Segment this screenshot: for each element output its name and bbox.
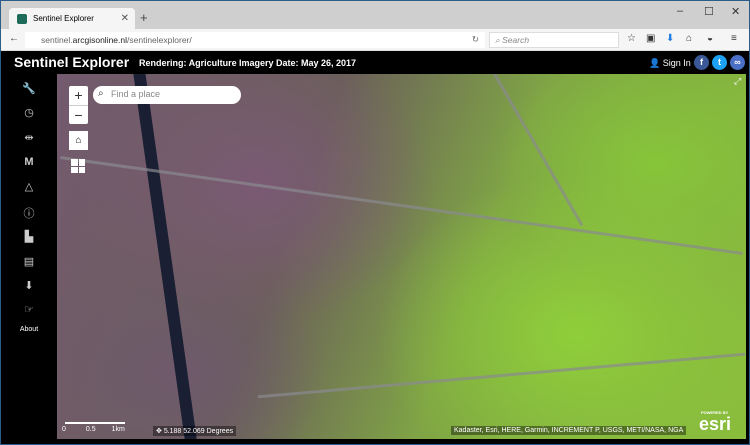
url-domain: arcgisonline.nl [72, 35, 128, 45]
sign-in-button[interactable]: 👤 Sign In [649, 58, 691, 69]
tab-title: Sentinel Explorer [33, 14, 94, 23]
about-link[interactable]: About [15, 326, 43, 333]
link-icon[interactable]: ∞ [730, 55, 745, 70]
canal [132, 74, 200, 439]
scale-label: 0 [62, 426, 66, 433]
url-host: sentinel. [41, 35, 73, 45]
browser-window: Sentinel Explorer ✕ + – ☐ ✕ ← sentinel.a… [1, 1, 749, 444]
bookmark-star-icon[interactable]: ☆ [627, 33, 636, 44]
road [257, 352, 746, 399]
nav-bar: ← sentinel.arcgisonline.nl/sentinelexplo… [1, 29, 749, 51]
esri-text: esri [699, 414, 732, 434]
expand-icon[interactable]: ⤢ [734, 76, 741, 87]
bookmark-add-icon[interactable]: ▙ [21, 230, 37, 243]
scale-bar: 0 0.5 1km [62, 422, 125, 433]
minimize-button[interactable]: – [677, 5, 683, 17]
coordinate-readout: ✥ 5.188 52.069 Degrees [153, 426, 237, 436]
wrench-icon[interactable]: 🔧 [21, 82, 37, 95]
twitter-icon[interactable]: t [712, 55, 727, 70]
new-tab-button[interactable]: + [140, 10, 148, 25]
compare-icon[interactable]: ⇹ [21, 131, 37, 144]
app-title: Sentinel Explorer [14, 54, 130, 70]
favicon-icon [17, 13, 27, 24]
clock-icon[interactable]: ◷ [21, 106, 37, 119]
facebook-icon[interactable]: f [694, 55, 709, 70]
esri-logo[interactable]: POWERED BY esri [699, 410, 732, 435]
hand-icon[interactable]: ☞ [21, 303, 37, 316]
sign-in-label: Sign In [662, 58, 691, 68]
scale-label: 0.5 [85, 426, 96, 433]
tab-bar: Sentinel Explorer ✕ + – ☐ ✕ [1, 1, 749, 29]
close-tab-icon[interactable]: ✕ [121, 13, 129, 24]
clipboard-icon[interactable]: ▣ [646, 33, 655, 44]
close-window-button[interactable]: ✕ [731, 5, 740, 18]
basemap-toggle-icon[interactable] [71, 159, 85, 173]
maximize-button[interactable]: ☐ [704, 5, 714, 18]
home-icon[interactable]: ⌂ [686, 33, 692, 44]
search-icon: ⌕ [98, 88, 104, 99]
user-icon: 👤 [649, 58, 661, 68]
attribution: Kadaster, Esri, HERE, Garmin, INCREMENT … [451, 426, 687, 435]
rendering-label: Rendering: Agriculture [139, 58, 237, 68]
find-place-placeholder: Find a place [111, 89, 161, 99]
zoom-in-button[interactable]: + [69, 86, 88, 105]
zoom-out-button[interactable]: − [69, 105, 88, 124]
imagery-date: Imagery Date: May 26, 2017 [239, 58, 357, 68]
map-view[interactable]: + − ⌂ ⌕ Find a place ⤢ 0 0.5 1km ✥ 5.188 … [57, 74, 746, 439]
zoom-control: + − [69, 86, 88, 124]
tab-sentinel-explorer[interactable]: Sentinel Explorer ✕ [9, 8, 135, 29]
road [430, 74, 584, 227]
scale-label: 1km [111, 426, 125, 433]
info-icon[interactable]: ⓘ [21, 205, 37, 221]
download-icon[interactable]: ⬇ [21, 279, 37, 292]
powered-by: POWERED BY [701, 410, 729, 415]
menu-icon[interactable]: ≡ [731, 33, 737, 44]
home-button[interactable]: ⌂ [69, 131, 88, 150]
m-icon[interactable]: M [21, 156, 37, 168]
coords-text: 5.188 52.069 Degrees [163, 428, 234, 435]
pocket-icon[interactable]: ◒ [707, 33, 713, 44]
url-path: /sentinelexplorer/ [127, 35, 192, 45]
sidebar: 🔧 ◷ ⇹ M △ ⓘ ▙ ▤ ⬇ ☞ About [1, 74, 57, 444]
app-header: Sentinel Explorer Rendering: Agriculture… [1, 51, 749, 74]
save-icon[interactable]: ▤ [21, 255, 37, 268]
browser-search[interactable]: ⌕ Search [489, 32, 619, 48]
download-icon[interactable]: ⬇ [666, 33, 674, 44]
search-placeholder: Search [502, 35, 530, 45]
url-bar[interactable]: sentinel.arcgisonline.nl/sentinelexplore… [25, 32, 485, 48]
back-icon[interactable]: ← [9, 33, 19, 44]
triangle-icon[interactable]: △ [21, 180, 37, 193]
find-place-input[interactable]: ⌕ Find a place [93, 86, 241, 104]
reload-icon[interactable]: ↻ [472, 34, 479, 45]
